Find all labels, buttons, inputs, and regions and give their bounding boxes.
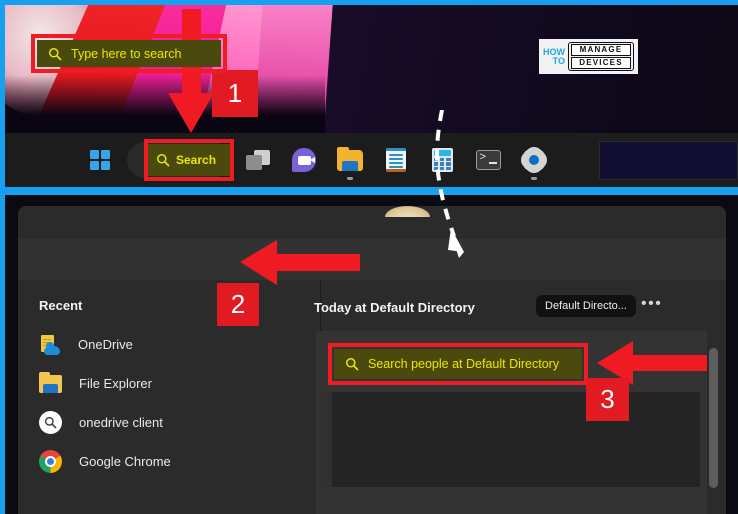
taskbar-item-teams[interactable]: [281, 137, 327, 183]
list-item[interactable]: Google Chrome: [22, 442, 292, 481]
step-badge-2: 2: [217, 283, 259, 326]
terminal-icon: [475, 150, 501, 170]
list-item-label: File Explorer: [79, 376, 152, 391]
search-input-placeholder: Type here to search: [71, 46, 182, 61]
taskbar-right-window-preview[interactable]: [599, 141, 738, 180]
people-search-input[interactable]: Search people at Default Directory: [334, 349, 582, 379]
people-results-left-rail: [321, 392, 332, 487]
wallpaper-dark-region: [305, 5, 738, 133]
teams-camera-icon: [292, 148, 316, 172]
step-badge-1: 1: [212, 70, 258, 117]
windows-taskbar: Search: [5, 133, 738, 187]
taskbar-item-calculator[interactable]: [419, 137, 465, 183]
taskbar-running-indicator: [347, 177, 353, 180]
list-item[interactable]: File Explorer: [22, 364, 292, 403]
logo-manage-text: MANAGE: [571, 44, 631, 56]
folder-icon: [39, 372, 62, 393]
recent-heading: Recent: [39, 298, 83, 313]
people-search-placeholder: Search people at Default Directory: [368, 357, 560, 371]
notepad-icon: [386, 148, 406, 172]
search-icon: [346, 358, 359, 371]
search-input[interactable]: Type here to search: [37, 40, 221, 67]
list-item-label: Google Chrome: [79, 454, 171, 469]
task-view-icon: [246, 150, 270, 170]
taskbar-running-indicator-settings: [531, 177, 537, 180]
step-badge-3: 3: [586, 378, 629, 421]
red-down-arrow-to-taskbar-search: [168, 9, 214, 137]
taskbar-item-file-explorer[interactable]: [327, 137, 373, 183]
taskbar-search-highlighted-area[interactable]: Search: [148, 144, 230, 176]
howtomanagedevices-logo: HOW TO MANAGE DEVICES: [539, 39, 638, 74]
taskbar-item-terminal[interactable]: [465, 137, 511, 183]
gear-icon: [522, 148, 546, 172]
logo-right-box: MANAGE DEVICES: [568, 42, 634, 71]
more-options-button[interactable]: •••: [641, 296, 662, 312]
taskbar-search-button[interactable]: Search: [127, 139, 234, 181]
results-scrollbar-thumb[interactable]: [709, 348, 718, 488]
red-left-arrow-to-type-here-to-search: [240, 240, 360, 285]
directory-chip[interactable]: Default Directo...: [536, 295, 636, 317]
account-avatar-partial[interactable]: [385, 206, 430, 217]
desktop-top-panel: HOW TO MANAGE DEVICES Search >: [5, 5, 738, 187]
taskbar-start-button[interactable]: [77, 137, 123, 183]
people-results-empty-area: [332, 392, 700, 487]
search-icon: [49, 47, 62, 60]
search-icon: [44, 416, 57, 429]
folder-icon: [337, 146, 363, 171]
taskbar-search-label: Search: [176, 153, 217, 167]
logo-to-text: TO: [552, 55, 565, 66]
onedrive-icon: [39, 334, 61, 355]
taskbar-item-notepad[interactable]: [373, 137, 419, 183]
search-circle-icon: [39, 411, 62, 434]
logo-devices-text: DEVICES: [571, 57, 631, 69]
screenshot-root: HOW TO MANAGE DEVICES Search > 1 Type he…: [0, 0, 738, 514]
logo-left-text: HOW TO: [543, 47, 565, 66]
taskbar-item-task-view[interactable]: [235, 137, 281, 183]
chrome-icon: [39, 450, 62, 473]
recent-list: OneDrive File Explorer onedrive client G…: [22, 325, 292, 481]
taskbar-icon-group: Search: [77, 137, 557, 183]
wallpaper-shadow-gradient: [5, 75, 325, 133]
list-item[interactable]: OneDrive: [22, 325, 292, 364]
today-heading: Today at Default Directory: [314, 300, 475, 315]
list-item[interactable]: onedrive client: [22, 403, 292, 442]
windows-logo-icon: [90, 150, 110, 170]
search-icon: [157, 154, 170, 167]
list-item-label: OneDrive: [78, 337, 133, 352]
list-item-label: onedrive client: [79, 415, 163, 430]
search-flyout-search-row: [18, 239, 726, 280]
taskbar-item-settings[interactable]: [511, 137, 557, 183]
calculator-icon: [431, 148, 453, 172]
